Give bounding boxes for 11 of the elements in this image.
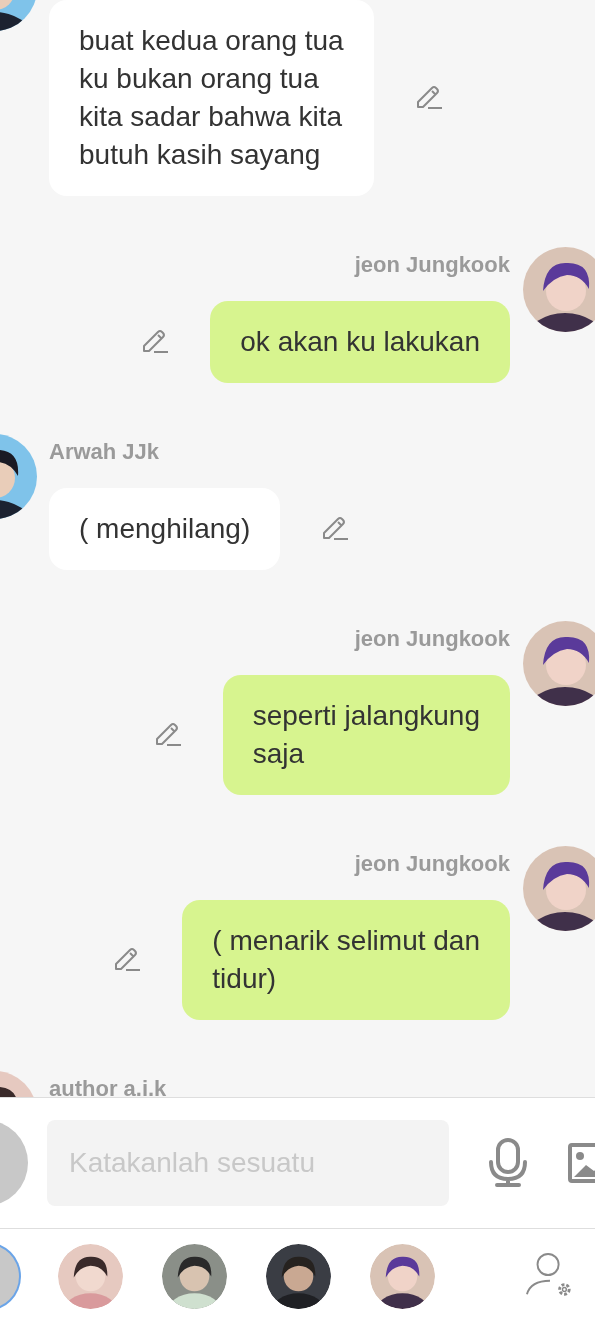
sender-name: jeon Jungkook [354, 850, 510, 878]
sender-name: jeon Jungkook [354, 625, 510, 653]
sender-name: author a.i.k [49, 1075, 167, 1097]
message-bubble: ok akan ku lakukan [210, 301, 510, 383]
microphone-icon[interactable] [488, 1138, 528, 1188]
sender-name: Arwah JJk [49, 438, 161, 466]
message-bubble: buat kedua orang tua ku bukan orang tua kita sadar bahwa kita butuh kasih sayang [49, 0, 374, 196]
message-bubble: seperti jalangkung saja [222, 675, 510, 795]
message-bubble: ( menghilang) [49, 488, 281, 570]
sender-name: jeon Jungkook [354, 251, 510, 279]
message-bubble: ( menarik selimut dan tidur) [182, 900, 510, 1020]
